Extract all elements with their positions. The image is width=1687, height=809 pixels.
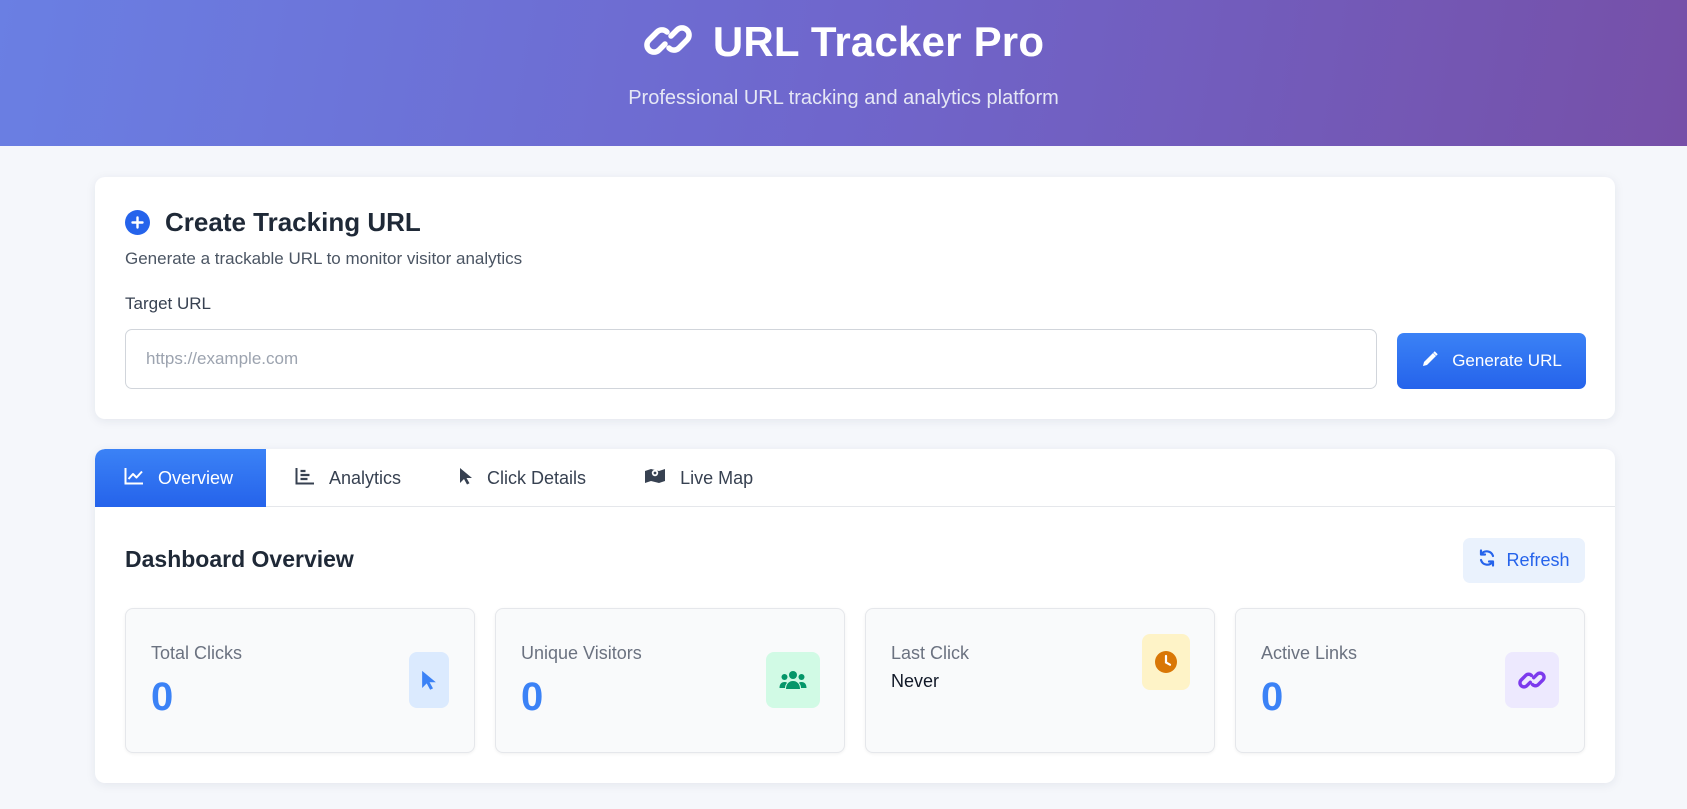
app-subtitle: Professional URL tracking and analytics … [628, 87, 1059, 109]
create-title-row: Create Tracking URL [125, 207, 421, 238]
pointer-icon [409, 652, 449, 708]
users-icon [766, 652, 820, 708]
dashboard-card: Overview Analytics Click Details Live Ma… [95, 449, 1615, 783]
clock-icon [1142, 634, 1190, 690]
map-icon [644, 467, 666, 490]
stat-label: Unique Visitors [521, 643, 642, 663]
tab-label: Click Details [487, 467, 587, 488]
tab-click-details[interactable]: Click Details [430, 449, 615, 507]
bar-chart-icon [295, 467, 315, 490]
tab-bar: Overview Analytics Click Details Live Ma… [95, 449, 1615, 507]
tab-analytics[interactable]: Analytics [266, 449, 430, 507]
tab-label: Overview [158, 467, 234, 488]
stat-value: 0 [521, 675, 544, 719]
stat-label: Active Links [1261, 643, 1358, 663]
target-url-input[interactable] [125, 329, 1377, 389]
stat-unique-visitors: Unique Visitors 0 [495, 608, 845, 753]
tab-live-map[interactable]: Live Map [615, 449, 782, 507]
stat-value: 0 [1261, 675, 1284, 719]
stat-active-links: Active Links 0 [1235, 608, 1585, 753]
app-header: URL Tracker Pro Professional URL trackin… [0, 0, 1687, 146]
refresh-icon [1478, 549, 1496, 572]
target-url-label: Target URL [125, 294, 211, 313]
app-title: URL Tracker Pro [712, 18, 1045, 65]
stat-last-click: Last Click Never [865, 608, 1215, 753]
stat-value: 0 [151, 675, 174, 719]
generate-url-button[interactable]: Generate URL [1397, 333, 1586, 389]
section-title: Dashboard Overview [125, 546, 354, 572]
pencil-icon [1421, 350, 1439, 373]
tab-label: Live Map [680, 467, 754, 488]
stat-label: Total Clicks [151, 643, 243, 663]
chart-line-icon [124, 467, 144, 490]
plus-circle-icon [125, 210, 150, 235]
create-title: Create Tracking URL [165, 207, 421, 237]
create-url-card: Create Tracking URL Generate a trackable… [95, 177, 1615, 419]
tab-overview[interactable]: Overview [95, 449, 266, 507]
stat-label: Last Click [891, 643, 970, 663]
create-description: Generate a trackable URL to monitor visi… [125, 249, 523, 268]
stat-value: Never [891, 671, 940, 691]
link-icon [643, 19, 693, 66]
generate-url-label: Generate URL [1452, 351, 1562, 370]
link-icon [1505, 652, 1559, 708]
stat-total-clicks: Total Clicks 0 [125, 608, 475, 753]
tab-label: Analytics [329, 467, 402, 488]
pointer-icon [459, 467, 473, 490]
header-title-row: URL Tracker Pro [0, 18, 1687, 66]
refresh-label: Refresh [1506, 550, 1570, 570]
refresh-button[interactable]: Refresh [1463, 538, 1585, 583]
